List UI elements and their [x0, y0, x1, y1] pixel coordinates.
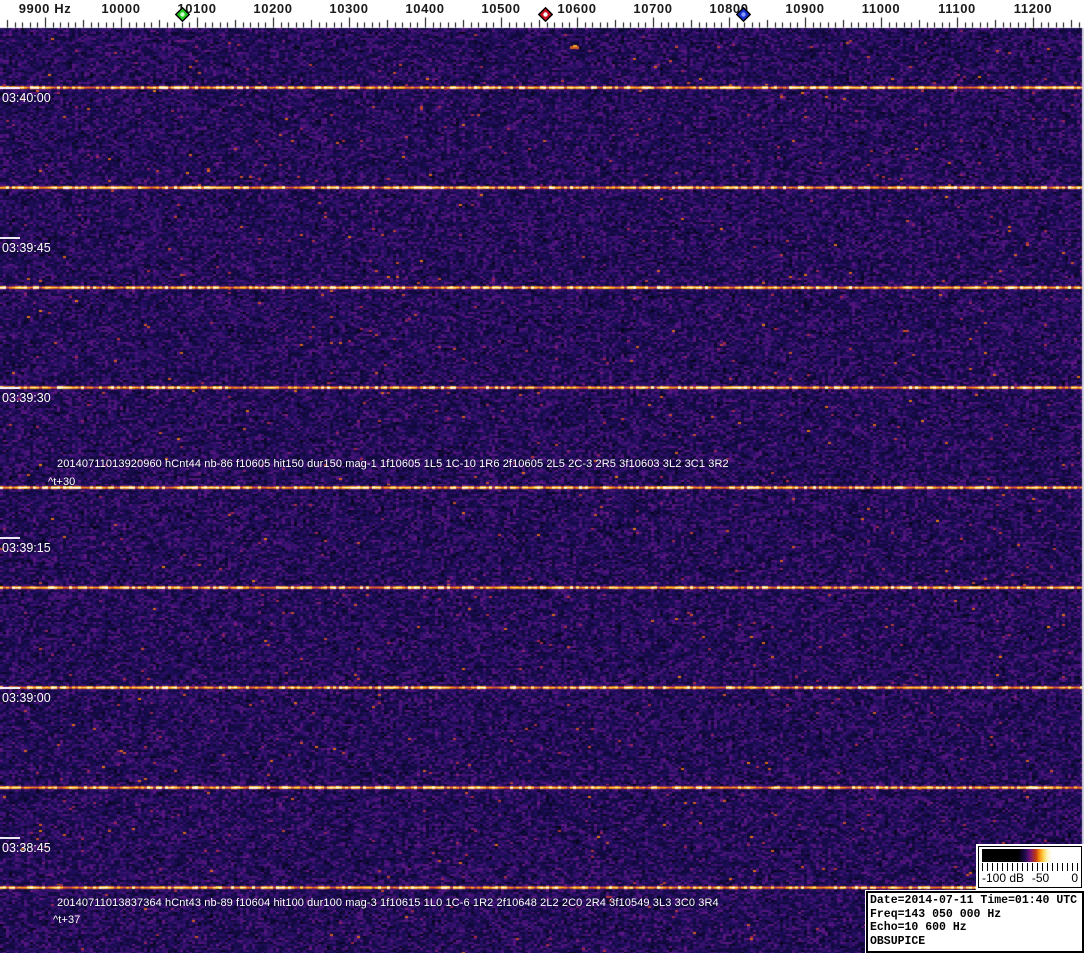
- frequency-axis-label: 10500: [481, 1, 521, 16]
- colorbar-label-mid: -50: [1031, 871, 1050, 885]
- detection-annotation: 20140711013920960 hCnt44 nb-86 f10605 hi…: [57, 458, 729, 470]
- time-tick: [0, 837, 20, 839]
- frequency-axis-label: 10400: [405, 1, 445, 16]
- frequency-axis-label: 11100: [938, 1, 976, 16]
- frequency-axis-label: 11000: [861, 1, 901, 16]
- frequency-axis-label: 10200: [253, 1, 293, 16]
- time-label: 03:39:15: [2, 541, 51, 555]
- time-label: 03:40:00: [2, 91, 51, 105]
- colorbar-gradient: [982, 849, 1078, 862]
- green-marker-icon: [174, 6, 190, 23]
- time-label: 03:38:45: [2, 841, 51, 855]
- time-tick: [0, 387, 20, 389]
- detection-annotation: 20140711013837364 hCnt43 nb-89 f10604 hi…: [57, 897, 719, 909]
- blue-marker-icon: [735, 6, 751, 23]
- frequency-axis-label: 9900 Hz: [18, 1, 72, 16]
- time-tick: [0, 537, 20, 539]
- info-line-freq: Freq=143 050 000 Hz: [870, 907, 1002, 921]
- time-label: 03:39:45: [2, 241, 51, 255]
- info-line-echo: Echo=10 600 Hz: [870, 921, 967, 934]
- frequency-axis-label: 10000: [101, 1, 141, 16]
- info-box: Date=2014-07-11 Time=01:40 UTC Freq=143 …: [865, 890, 1084, 953]
- time-label: 03:39:30: [2, 391, 51, 405]
- time-label: 03:39:00: [2, 691, 51, 705]
- colorbar-labels: -100 dB -50 0: [982, 871, 1078, 886]
- spectrogram-canvas: [0, 0, 1084, 953]
- frequency-axis-label: 10900: [785, 1, 825, 16]
- time-tick: [0, 87, 20, 89]
- frequency-axis-label: 10300: [329, 1, 369, 16]
- red-marker-icon: [537, 6, 553, 23]
- time-tick: [0, 237, 20, 239]
- meteor-echo-spectrogram-screen: 9900 Hz 10000 10100 10200 10300 10400 10500 106…: [0, 0, 1084, 953]
- frequency-axis-label: 10700: [633, 1, 673, 16]
- frequency-axis-label: 11200: [1013, 1, 1053, 16]
- colorbar: -100 dB -50 0: [976, 844, 1084, 890]
- info-line-station: OBSUPICE: [870, 934, 926, 948]
- frequency-axis-label: 10600: [557, 1, 597, 16]
- detection-annotation: ^t+37: [53, 914, 81, 926]
- colorbar-ticks: [982, 863, 1078, 871]
- colorbar-label-min: -100 dB: [982, 871, 1025, 885]
- colorbar-label-max: 0: [1071, 871, 1078, 885]
- detection-annotation: ^t+30: [48, 476, 76, 488]
- time-tick: [0, 687, 20, 689]
- info-line-date: Date=2014-07-11 Time=01:40 UTC: [870, 894, 1078, 907]
